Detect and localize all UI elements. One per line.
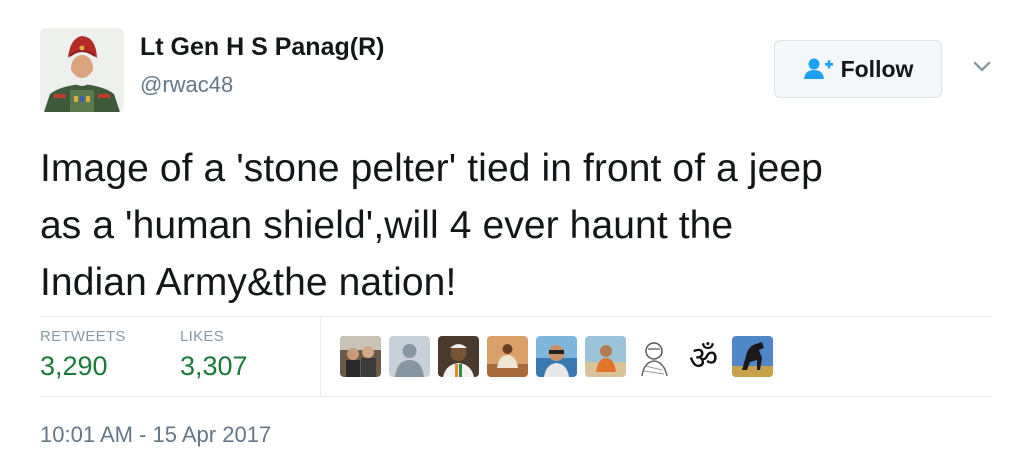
liker-avatar[interactable] [438,336,479,377]
chevron-down-icon[interactable] [968,56,996,78]
likes-label: LIKES [180,328,225,345]
author-avatar-image [40,28,124,112]
likes-count: 3,307 [180,351,248,381]
divider [40,396,992,397]
liker-avatar[interactable]: ॐ [683,336,724,377]
likes-stat[interactable]: LIKES 3,307 [180,328,248,382]
liker-avatar[interactable] [732,336,773,377]
om-symbol: ॐ [689,339,718,377]
retweets-label: RETWEETS [40,328,126,345]
add-user-icon [803,57,833,81]
follow-button-label: Follow [840,55,914,82]
stats-divider [320,316,321,396]
liker-avatar[interactable] [585,336,626,377]
liker-avatar[interactable] [389,336,430,377]
author-avatar[interactable] [40,28,124,112]
author-handle[interactable]: @rwac48 [140,72,233,98]
tweet-text-line: Image of a 'stone pelter' tied in front … [40,147,823,190]
retweets-count: 3,290 [40,351,108,381]
follow-button[interactable]: Follow [774,40,942,98]
tweet-text: Image of a 'stone pelter' tied in front … [40,140,1000,311]
tweet-text-line: as a 'human shield',will 4 ever haunt th… [40,204,734,247]
liker-avatar[interactable] [487,336,528,377]
retweets-stat[interactable]: RETWEETS 3,290 [40,328,126,382]
liker-avatars: ॐ [340,336,773,377]
tweet-timestamp[interactable]: 10:01 AM - 15 Apr 2017 [40,422,271,448]
liker-avatar[interactable] [634,336,675,377]
author-display-name[interactable]: Lt Gen H S Panag(R) [140,33,384,62]
liker-avatar[interactable] [340,336,381,377]
liker-avatar[interactable] [536,336,577,377]
tweet-text-line: Indian Army&the nation! [40,261,457,304]
divider [40,316,992,317]
